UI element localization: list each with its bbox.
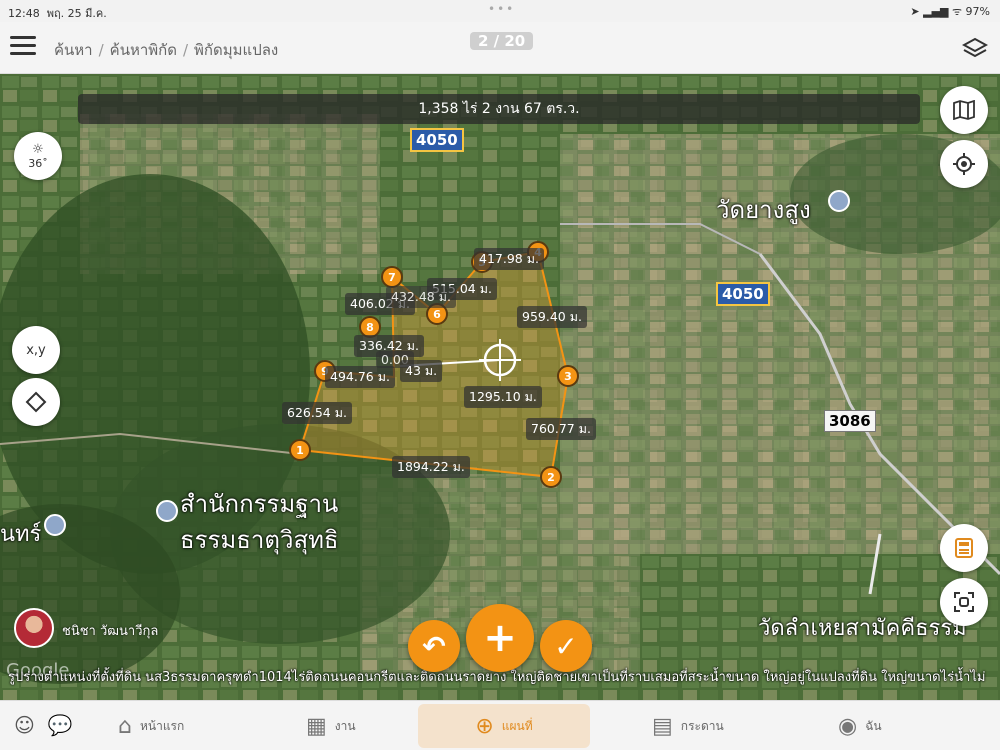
sun-angle-button[interactable]: ☼ 36˚: [14, 132, 62, 180]
multitask-dots[interactable]: •••: [488, 2, 515, 16]
satellite-map[interactable]: 1,358 ไร่ 2 งาน 67 ตร.ว. 1 2 3 4 5 6 7 8…: [0, 74, 1000, 700]
sun-angle-value: 36˚: [28, 157, 48, 170]
road-badge: 3086: [824, 410, 876, 432]
tab-jobs[interactable]: ▦ งาน: [292, 704, 370, 748]
parcel-area-bar: 1,358 ไร่ 2 งาน 67 ตร.ว.: [78, 94, 920, 124]
my-location-button[interactable]: [940, 140, 988, 188]
place-pin-icon[interactable]: [44, 514, 66, 536]
place-label: ธรรมธาตุวิสุทธิ: [180, 526, 339, 554]
svg-text:6: 6: [433, 308, 441, 321]
svg-text:3: 3: [564, 370, 572, 383]
distance-label: 959.40 ม.: [517, 306, 587, 328]
distance-label: 1894.22 ม.: [392, 456, 470, 478]
battery-level: 97%: [965, 5, 990, 18]
xy-coords-button[interactable]: x,y: [12, 326, 60, 374]
top-nav: ค้นหา / ค้นหาพิกัด / พิกัดมุมแปลง 2 / 20: [0, 22, 1000, 74]
calculator-button[interactable]: [940, 524, 988, 572]
diamond-icon: [25, 391, 47, 413]
road-badge: 4050: [716, 282, 770, 306]
capture-icon: [954, 592, 974, 612]
tab-me[interactable]: ◉ ฉัน: [824, 704, 896, 748]
navigate-button[interactable]: [12, 378, 60, 426]
tab-map[interactable]: ⊕ แผนที่: [418, 704, 590, 748]
confirm-button[interactable]: ✓: [540, 620, 592, 672]
corner-point-7[interactable]: 7: [381, 266, 403, 288]
distance-label: 626.54 ม.: [282, 402, 352, 424]
status-time: 12:48 พฤ. 25 มี.ค.: [8, 7, 107, 20]
place-label: วัดยางสูง: [716, 196, 811, 224]
avatar[interactable]: [14, 608, 54, 648]
place-pin-icon[interactable]: [156, 500, 178, 522]
place-label: สำนักกรรมฐาน: [180, 490, 339, 518]
status-bar: 12:48 พฤ. 25 มี.ค. ••• ➤ ▂▄▆ ᯤ 97%: [0, 0, 1000, 22]
user-name: ชนิชา วัฒนาวีกุล: [62, 624, 159, 639]
distance-label: 1295.10 ม.: [464, 386, 542, 408]
home-icon: ⌂: [118, 713, 132, 739]
bottom-tab-bar: ☺ 💬 ⌂ หน้าแรก ▦ งาน ⊕ แผนที่ ▤ กระดาน ◉ ฉัน: [0, 700, 1000, 750]
status-right: ➤ ▂▄▆ ᯤ 97%: [910, 5, 990, 18]
svg-text:2: 2: [547, 471, 555, 484]
distance-label: 43 ม.: [400, 360, 443, 382]
map-type-button[interactable]: [940, 86, 988, 134]
map-plus-icon: ⊕: [475, 713, 494, 739]
plus-icon: +: [483, 615, 517, 661]
chat-icon[interactable]: 💬: [48, 713, 73, 737]
map-icon: [953, 100, 975, 120]
screenshot-button[interactable]: [940, 578, 988, 626]
emoji-icon[interactable]: ☺: [14, 713, 35, 737]
sun-icon: ☼: [32, 142, 44, 157]
menu-icon[interactable]: [10, 36, 36, 58]
board-icon: ▤: [652, 713, 673, 739]
page-indicator: 2 / 20: [470, 32, 534, 50]
place-label: วัดลำเหยสามัคคีธรรม: [758, 616, 967, 641]
breadcrumb: ค้นหา / ค้นหาพิกัด / พิกัดมุมแปลง: [54, 41, 279, 59]
breadcrumb-search[interactable]: ค้นหา: [54, 41, 93, 59]
corner-point-8[interactable]: 8: [359, 316, 381, 338]
distance-label: 417.98 ม.: [474, 248, 544, 270]
distance-label: 760.77 ม.: [526, 418, 596, 440]
road-badge: 4050: [410, 128, 464, 152]
breadcrumb-search-coords[interactable]: ค้นหาพิกัด: [110, 41, 177, 59]
bottom-left-icons: ☺ 💬: [14, 713, 72, 737]
calculator-icon: [955, 538, 973, 558]
corner-point-3[interactable]: 3: [557, 365, 579, 387]
check-icon: ✓: [554, 629, 578, 663]
svg-text:7: 7: [388, 271, 396, 284]
tab-board[interactable]: ▤ กระดาน: [638, 704, 738, 748]
layers-icon[interactable]: [962, 36, 988, 60]
svg-text:8: 8: [366, 321, 374, 334]
undo-icon: ↶: [422, 629, 446, 663]
add-point-button[interactable]: +: [466, 604, 534, 672]
undo-button[interactable]: ↶: [408, 620, 460, 672]
tab-home[interactable]: ⌂ หน้าแรก: [104, 704, 198, 748]
corner-point-1[interactable]: 1: [289, 439, 311, 461]
breadcrumb-corner-coords[interactable]: พิกัดมุมแปลง: [194, 41, 278, 59]
place-label: นทร์: [0, 522, 42, 547]
user-icon: ◉: [838, 713, 858, 739]
target-icon: [953, 153, 975, 175]
temple-pin-icon[interactable]: [828, 190, 850, 212]
distance-label: 432.48 ม.: [386, 286, 456, 308]
xy-label: x,y: [26, 342, 46, 358]
svg-text:1: 1: [296, 444, 304, 457]
distance-label: 494.76 ม.: [325, 366, 395, 388]
corner-point-2[interactable]: 2: [540, 466, 562, 488]
calendar-icon: ▦: [306, 713, 327, 739]
